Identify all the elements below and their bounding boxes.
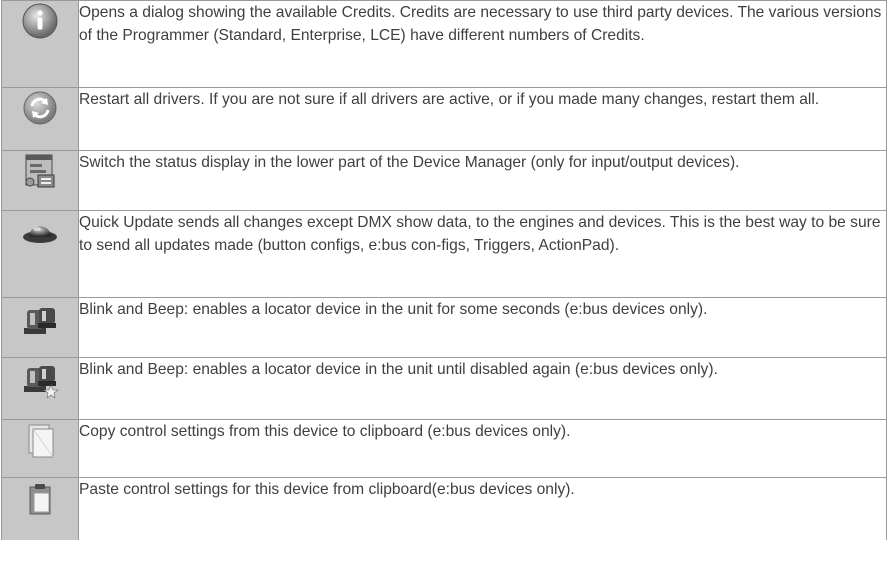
icon-description-table: Opens a dialog showing the available Cre… xyxy=(1,0,887,540)
status-display-icon xyxy=(20,151,60,191)
description-text: Opens a dialog showing the available Cre… xyxy=(78,0,887,88)
icon-cell xyxy=(1,477,79,540)
table-row: Copy control settings from this device t… xyxy=(1,419,887,478)
icon-cell xyxy=(1,357,79,420)
table-row: Blink and Beep: enables a locator device… xyxy=(1,297,887,358)
restart-drivers-icon xyxy=(20,88,60,128)
icon-cell xyxy=(1,0,79,88)
table-row: Quick Update sends all changes except DM… xyxy=(1,210,887,298)
description-text: Copy control settings from this device t… xyxy=(78,419,887,478)
description-text: Restart all drivers. If you are not sure… xyxy=(78,87,887,151)
info-icon xyxy=(20,1,60,41)
description-text: Blink and Beep: enables a locator device… xyxy=(78,297,887,358)
icon-cell xyxy=(1,150,79,211)
table-row: Switch the status display in the lower p… xyxy=(1,150,887,211)
table-row: Paste control settings for this device f… xyxy=(1,477,887,540)
icon-cell xyxy=(1,210,79,298)
table-row: Blink and Beep: enables a locator device… xyxy=(1,357,887,420)
description-text: Switch the status display in the lower p… xyxy=(78,150,887,211)
paste-icon xyxy=(20,478,60,518)
description-text: Quick Update sends all changes except DM… xyxy=(78,210,887,298)
icon-cell xyxy=(1,419,79,478)
copy-icon xyxy=(20,420,60,460)
quick-update-icon xyxy=(20,211,60,251)
blink-beep-persistent-icon xyxy=(20,358,60,398)
description-text: Paste control settings for this device f… xyxy=(78,477,887,540)
description-text: Blink and Beep: enables a locator device… xyxy=(78,357,887,420)
icon-cell xyxy=(1,87,79,151)
blink-beep-icon xyxy=(20,298,60,338)
icon-cell xyxy=(1,297,79,358)
document-page: Opens a dialog showing the available Cre… xyxy=(0,0,888,575)
table-row: Restart all drivers. If you are not sure… xyxy=(1,87,887,151)
table-row: Opens a dialog showing the available Cre… xyxy=(1,0,887,88)
